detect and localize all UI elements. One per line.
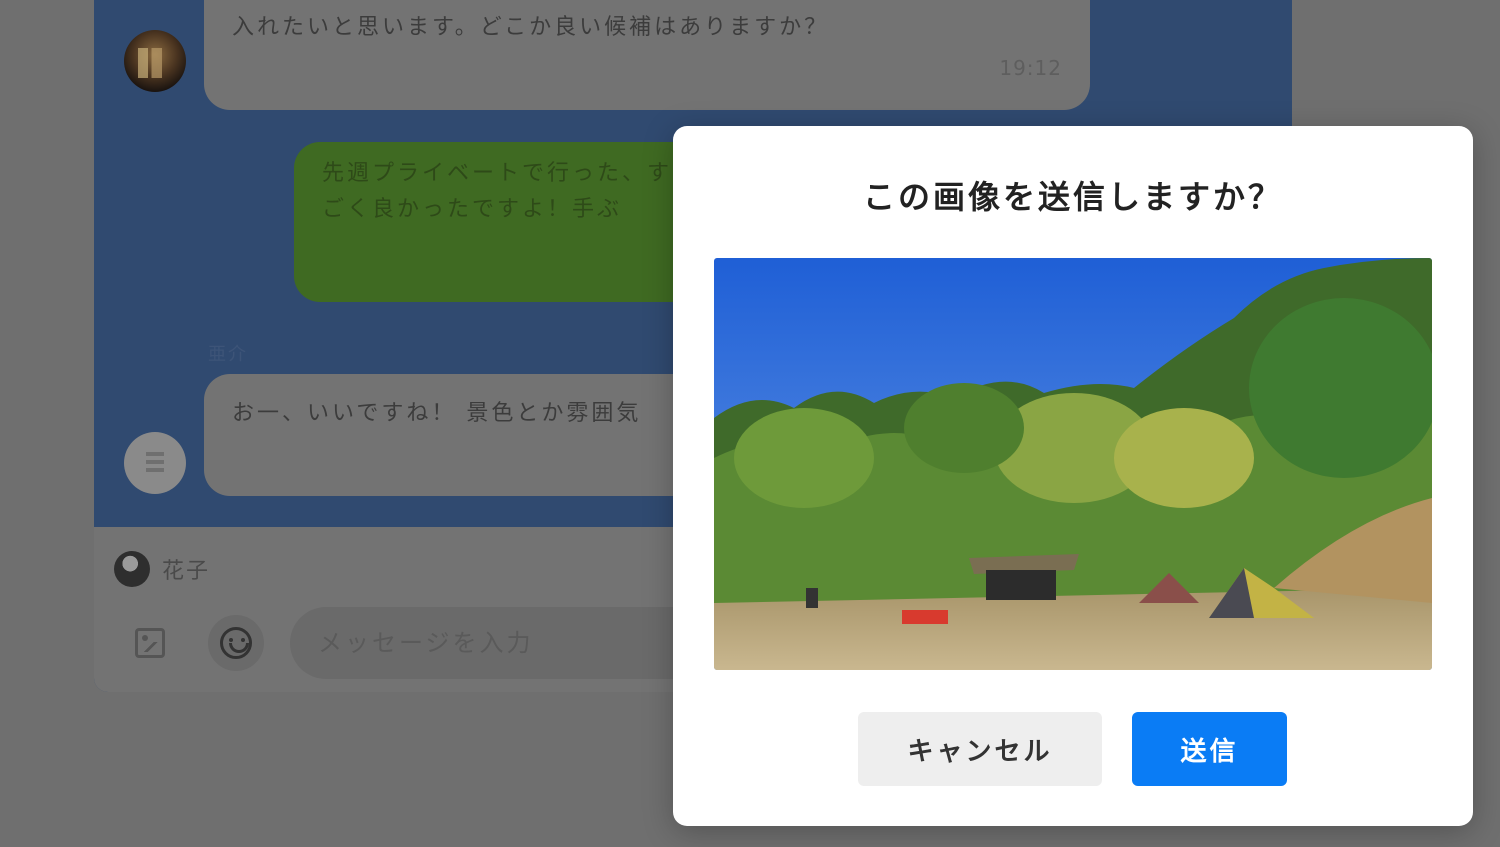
message-bubble: お一、いいですね！ 景色とか雰囲気 <box>204 374 724 496</box>
image-icon <box>135 628 165 658</box>
message-text: 入れたいと思います。どこか良い候補はありますか？ <box>232 15 830 40</box>
message-bubble: 入れたいと思います。どこか良い候補はありますか？ 19:12 <box>204 0 1090 110</box>
send-button[interactable]: 送信 <box>1132 712 1287 786</box>
message-text: お一、いいですね！ 景色とか雰囲気 <box>232 401 642 426</box>
user-avatar <box>114 551 150 587</box>
sender-name: 亜介 <box>208 344 248 365</box>
dialog-title: この画像を送信しますか？ <box>862 178 1283 216</box>
emoji-button[interactable] <box>208 615 264 671</box>
message-text: 先週プライベートで行った、すごく良かったですよ！手ぶ <box>322 161 673 222</box>
send-image-dialog: この画像を送信しますか？ キャンセル 送信 <box>673 126 1473 826</box>
composer-user-name: 花子 <box>162 559 211 584</box>
avatar[interactable] <box>124 30 186 92</box>
smiley-icon <box>220 627 252 659</box>
avatar[interactable] <box>124 432 186 494</box>
attach-image-button[interactable] <box>122 615 178 671</box>
image-preview <box>714 258 1432 670</box>
message-bubble-own: 先週プライベートで行った、すごく良かったですよ！手ぶ <box>294 142 714 302</box>
campsite-photo <box>714 258 1432 670</box>
message-timestamp: 19:12 <box>999 56 1062 80</box>
cancel-button[interactable]: キャンセル <box>858 712 1102 786</box>
composer-user: 花子 <box>114 551 210 587</box>
